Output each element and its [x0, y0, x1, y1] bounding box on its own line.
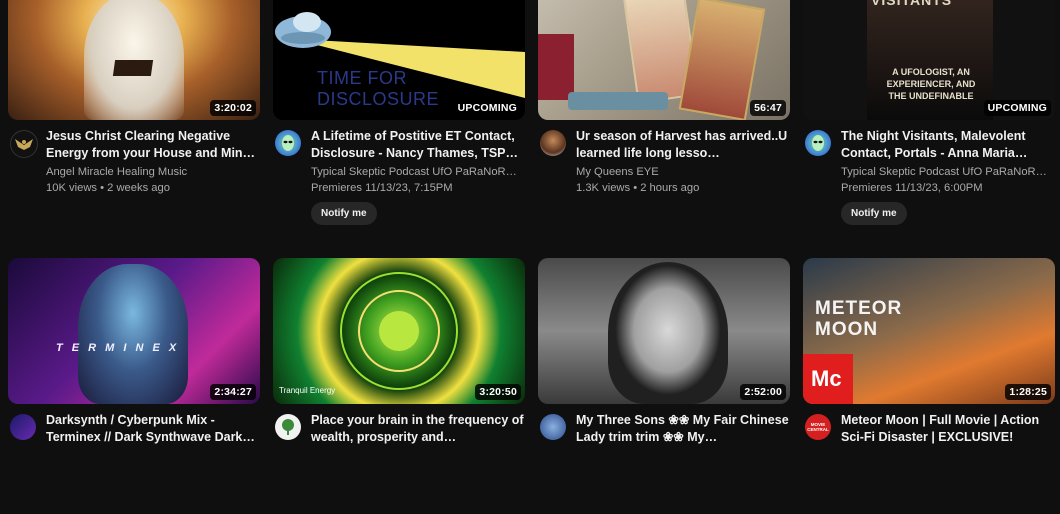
- video-card[interactable]: VISITANTS A UFOLOGIST, AN EXPERIENCER, A…: [803, 0, 1055, 230]
- video-card[interactable]: METEOR MOON Mc 1:28:25 MOVIE CENTRAL Met…: [803, 258, 1055, 514]
- duration-badge: 2:34:27: [210, 384, 256, 400]
- duration-badge: 56:47: [750, 100, 786, 116]
- woman-portrait: [608, 262, 728, 404]
- winged-logo-icon: [15, 139, 33, 150]
- channel-avatar[interactable]: MOVIE CENTRAL: [805, 414, 831, 440]
- video-thumbnail[interactable]: 56:47: [538, 0, 790, 120]
- channel-watermark: Tranquil Energy: [279, 386, 336, 395]
- channel-name[interactable]: Angel Miracle Healing Music: [46, 166, 260, 178]
- video-thumbnail[interactable]: VISITANTS A UFOLOGIST, AN EXPERIENCER, A…: [803, 0, 1055, 120]
- channel-avatar[interactable]: [10, 414, 36, 440]
- video-title[interactable]: Place your brain in the frequency of wea…: [311, 412, 525, 446]
- video-card[interactable]: 3:20:02 Jesus Christ Clearing Negative E…: [8, 0, 260, 230]
- book-cover: VISITANTS A UFOLOGIST, AN EXPERIENCER, A…: [867, 0, 993, 120]
- video-card[interactable]: Tranquil Energy 3:20:50 Place your brain…: [273, 258, 525, 514]
- channel-avatar[interactable]: [540, 414, 566, 440]
- channel-name[interactable]: Typical Skeptic Podcast UfO PaRaNoR…: [311, 166, 525, 178]
- video-stats: 10K views • 2 weeks ago: [46, 182, 170, 194]
- alien-icon: [282, 135, 294, 151]
- video-card[interactable]: 2:52:00 My Three Sons ❀❀ My Fair Chinese…: [538, 258, 790, 514]
- book-subtitle: A UFOLOGIST, AN EXPERIENCER, AND THE UND…: [886, 67, 976, 101]
- tarot-card-left: [538, 34, 574, 100]
- movie-title-art: METEOR MOON: [815, 298, 903, 340]
- premiere-time: Premieres 11/13/23, 6:00PM: [841, 182, 983, 194]
- duration-badge: 2:52:00: [740, 384, 786, 400]
- video-title[interactable]: A Lifetime of Postitive ET Contact, Disc…: [311, 128, 525, 162]
- book-title: VISITANTS: [871, 0, 953, 8]
- studio-logo-text: Mc: [811, 366, 842, 391]
- video-thumbnail[interactable]: Tranquil Energy 3:20:50: [273, 258, 525, 404]
- channel-name[interactable]: Typical Skeptic Podcast UfO PaRaNoR…: [841, 166, 1055, 178]
- crystal-tray: [568, 92, 668, 110]
- video-thumbnail[interactable]: 3:20:02: [8, 0, 260, 120]
- premiere-time: Premieres 11/13/23, 7:15PM: [311, 182, 453, 194]
- notify-me-button[interactable]: Notify me: [841, 202, 907, 225]
- channel-avatar[interactable]: [540, 130, 566, 156]
- video-thumbnail[interactable]: TIME FOR DISCLOSURE UPCOMING: [273, 0, 525, 120]
- video-thumbnail[interactable]: 2:52:00: [538, 258, 790, 404]
- video-thumbnail[interactable]: T E R M I N E X 2:34:27: [8, 258, 260, 404]
- notify-me-button[interactable]: Notify me: [311, 202, 377, 225]
- channel-avatar[interactable]: [805, 130, 831, 156]
- video-card[interactable]: 56:47 Ur season of Harvest has arrived..…: [538, 0, 790, 230]
- duration-badge: 3:20:02: [210, 100, 256, 116]
- channel-avatar-text: MOVIE CENTRAL: [807, 422, 829, 432]
- video-title[interactable]: My Three Sons ❀❀ My Fair Chinese Lady tr…: [576, 412, 790, 446]
- video-title[interactable]: Darksynth / Cyberpunk Mix - Terminex // …: [46, 412, 260, 446]
- upcoming-badge: UPCOMING: [983, 100, 1051, 116]
- channel-name[interactable]: My Queens EYE: [576, 166, 790, 178]
- tree-icon: [282, 419, 294, 435]
- cyborg-figure: [78, 264, 188, 404]
- video-stats: 1.3K views • 2 hours ago: [576, 182, 700, 194]
- video-title[interactable]: Ur season of Harvest has arrived..U lear…: [576, 128, 790, 162]
- video-thumbnail[interactable]: METEOR MOON Mc 1:28:25: [803, 258, 1055, 404]
- alien-icon: [812, 135, 824, 151]
- channel-avatar[interactable]: [10, 130, 38, 158]
- channel-avatar[interactable]: [275, 414, 301, 440]
- video-title[interactable]: The Night Visitants, Malevolent Contact,…: [841, 128, 1055, 162]
- channel-avatar[interactable]: [275, 130, 301, 156]
- video-title[interactable]: Meteor Moon | Full Movie | Action Sci-Fi…: [841, 412, 1055, 446]
- duration-badge: 1:28:25: [1005, 384, 1051, 400]
- mandala-pattern: [340, 272, 458, 390]
- book: [112, 60, 154, 76]
- upcoming-badge: UPCOMING: [453, 100, 521, 116]
- video-card[interactable]: TIME FOR DISCLOSURE UPCOMING A Lifetime …: [273, 0, 525, 230]
- duration-badge: 3:20:50: [475, 384, 521, 400]
- video-title[interactable]: Jesus Christ Clearing Negative Energy fr…: [46, 128, 260, 162]
- studio-logo: Mc: [803, 354, 853, 404]
- video-card[interactable]: T E R M I N E X 2:34:27 Darksynth / Cybe…: [8, 258, 260, 514]
- thumbnail-caption: T E R M I N E X: [56, 342, 180, 354]
